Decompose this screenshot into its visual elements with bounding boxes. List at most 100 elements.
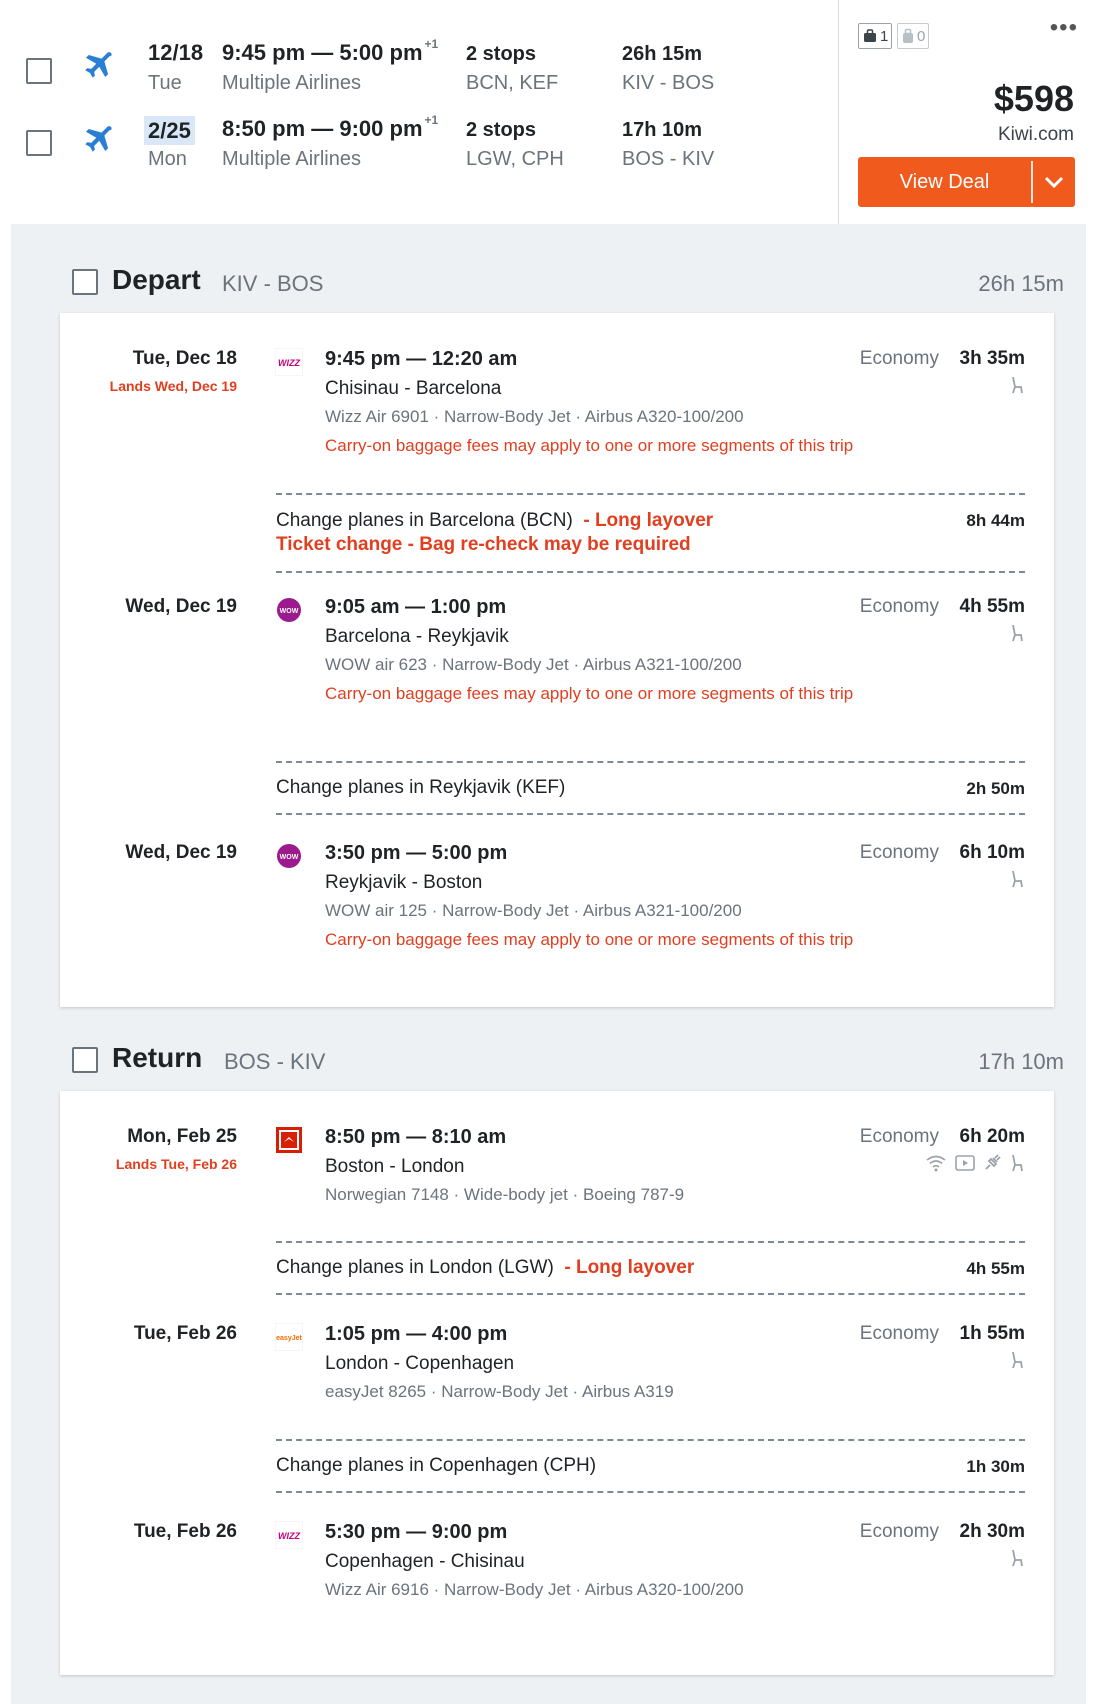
svg-text:WOW: WOW: [280, 854, 299, 861]
segment-duration: 4h 55m: [959, 596, 1025, 617]
cabin-class: Economy: [859, 1126, 939, 1147]
leg-weekday: Mon: [148, 148, 187, 170]
segment-duration: 3h 35m: [959, 348, 1025, 369]
wow-logo: WOW: [277, 598, 301, 622]
return-duration: 17h 10m: [978, 1049, 1064, 1074]
lands-date: Lands Tue, Feb 26: [115, 1156, 237, 1172]
segment-duration: 1h 55m: [959, 1323, 1025, 1344]
carry-on-bag-icon: [864, 29, 876, 42]
segment-times: 3:50 pm — 5:00 pm: [325, 842, 508, 864]
seat-icon[interactable]: [1009, 1351, 1025, 1369]
segment-cities: Barcelona - Reykjavik: [325, 626, 509, 647]
segment-cities: Copenhagen - Chisinau: [325, 1551, 525, 1572]
carry-on-count: 1: [880, 27, 889, 45]
summary-leg-outbound: 12/18 Tue 9:45 pm — 5:00 pm +1 Multiple A…: [11, 32, 839, 112]
depart-title: Depart: [112, 264, 201, 295]
cabin-class: Economy: [859, 348, 939, 369]
seat-icon[interactable]: [1009, 870, 1025, 888]
cabin-class: Economy: [859, 842, 939, 863]
seat-icon[interactable]: [1009, 376, 1025, 394]
amenities: [1009, 376, 1025, 400]
leg-route: BOS - KIV: [622, 148, 715, 170]
segment-cities: Chisinau - Barcelona: [325, 378, 502, 399]
depart-route: KIV - BOS: [222, 271, 324, 296]
segment-date: Tue, Feb 26: [133, 1521, 237, 1542]
leg-stops: 2 stops: [466, 119, 537, 141]
result-summary[interactable]: 12/18 Tue 9:45 pm — 5:00 pm +1 Multiple A…: [11, 0, 1086, 224]
layover-duration: 2h 50m: [966, 779, 1025, 798]
flight-segment: Wed, Dec 19 WOW 3:50 pm — 5:00 pm Reykja…: [60, 842, 1054, 962]
segment-times: 9:45 pm — 12:20 am: [325, 348, 518, 370]
flight-segment: Tue, Dec 18 Lands Wed, Dec 19 WIZZ 9:45 …: [60, 348, 1054, 468]
segment-times: 8:50 pm — 8:10 am: [325, 1126, 507, 1148]
video-icon[interactable]: [955, 1154, 975, 1172]
segment-duration: 2h 30m: [959, 1521, 1025, 1542]
view-deal-button[interactable]: View Deal: [858, 157, 1075, 207]
depart-header: Depart KIV - BOS 26h 15m: [59, 262, 1064, 302]
flight-result-card: 12/18 Tue 9:45 pm — 5:00 pm +1 Multiple A…: [11, 0, 1086, 1704]
wizz-logo: WIZZ: [275, 348, 303, 376]
svg-text:WIZZ: WIZZ: [278, 358, 300, 368]
seat-icon[interactable]: [1009, 1549, 1025, 1567]
layover-info: Change planes in Barcelona (BCN) - Long …: [276, 493, 1025, 573]
leg-stop-codes: LGW, CPH: [466, 148, 564, 170]
leg-airlines: Multiple Airlines: [222, 72, 361, 94]
wifi-icon[interactable]: [925, 1154, 947, 1172]
layover-text: Change planes in Reykjavik (KEF): [276, 777, 566, 798]
segment-date: Mon, Feb 25: [127, 1126, 237, 1147]
leg-checkbox[interactable]: [26, 58, 52, 84]
leg-date: 2/25: [144, 116, 195, 145]
power-icon[interactable]: [983, 1154, 1001, 1172]
leg-route: KIV - BOS: [622, 72, 715, 94]
segment-flight-info: WOW air 125 · Narrow-Body Jet · Airbus A…: [325, 901, 742, 920]
amenities: [1009, 1351, 1025, 1375]
layover-duration: 4h 55m: [966, 1259, 1025, 1278]
layover-text: Change planes in Copenhagen (CPH): [276, 1455, 597, 1476]
segment-flight-info: Norwegian 7148 · Wide-body jet · Boeing …: [325, 1185, 685, 1204]
leg-times: 8:50 pm — 9:00 pm +1: [222, 113, 439, 141]
leg-stop-codes: BCN, KEF: [466, 72, 559, 94]
amenities: [1009, 1549, 1025, 1573]
checked-bag-count: 0: [917, 27, 926, 45]
depart-checkbox[interactable]: [72, 269, 98, 295]
seat-icon[interactable]: [1009, 1154, 1025, 1172]
segment-flight-info: Wizz Air 6916 · Narrow-Body Jet · Airbus…: [325, 1580, 744, 1599]
ticket-change-warning: Ticket change - Bag re-check may be requ…: [276, 534, 691, 555]
amenities: [1009, 624, 1025, 648]
amenities: [1009, 870, 1025, 894]
chevron-down-icon[interactable]: [1033, 157, 1075, 207]
segment-times: 5:30 pm — 9:00 pm: [325, 1521, 508, 1543]
return-itinerary-panel: Mon, Feb 25 Lands Tue, Feb 26 8:50 pm — …: [60, 1091, 1054, 1675]
leg-duration: 26h 15m: [622, 43, 703, 65]
lands-date: Lands Wed, Dec 19: [109, 378, 237, 394]
checked-bag-filter[interactable]: 0: [897, 23, 930, 49]
leg-date: 12/18: [148, 40, 204, 65]
provider-name: Kiwi.com: [997, 124, 1074, 145]
return-header: Return BOS - KIV 17h 10m: [59, 1040, 1064, 1080]
return-checkbox[interactable]: [72, 1047, 98, 1073]
segment-cities: London - Copenhagen: [325, 1353, 515, 1374]
segment-date: Tue, Feb 26: [133, 1323, 237, 1344]
leg-airlines: Multiple Airlines: [222, 148, 361, 170]
depart-itinerary-panel: Tue, Dec 18 Lands Wed, Dec 19 WIZZ 9:45 …: [60, 313, 1054, 1007]
wow-logo: WOW: [277, 844, 301, 868]
cabin-class: Economy: [859, 1323, 939, 1344]
carry-on-bag-filter[interactable]: 1: [858, 23, 893, 49]
layover-info: Change planes in Copenhagen (CPH) 1h 30m: [276, 1439, 1025, 1493]
cabin-class: Economy: [859, 1521, 939, 1542]
segment-date: Wed, Dec 19: [125, 596, 237, 617]
segment-cities: Boston - London: [325, 1156, 465, 1177]
svg-text:WIZZ: WIZZ: [278, 1531, 300, 1541]
more-options-icon[interactable]: •••: [1050, 14, 1078, 42]
segment-date: Wed, Dec 19: [125, 842, 237, 863]
segment-duration: 6h 10m: [959, 842, 1025, 863]
plane-icon: [85, 52, 112, 78]
segment-flight-info: Wizz Air 6901 · Narrow-Body Jet · Airbus…: [325, 407, 744, 426]
flight-segment: Mon, Feb 25 Lands Tue, Feb 26 8:50 pm — …: [60, 1126, 1054, 1226]
seat-icon[interactable]: [1009, 624, 1025, 642]
layover-text: Change planes in London (LGW) - Long lay…: [276, 1257, 695, 1278]
price: $598: [993, 78, 1074, 119]
checked-bag-icon: [903, 28, 913, 43]
norwegian-logo: [276, 1127, 302, 1153]
leg-checkbox[interactable]: [26, 130, 52, 156]
